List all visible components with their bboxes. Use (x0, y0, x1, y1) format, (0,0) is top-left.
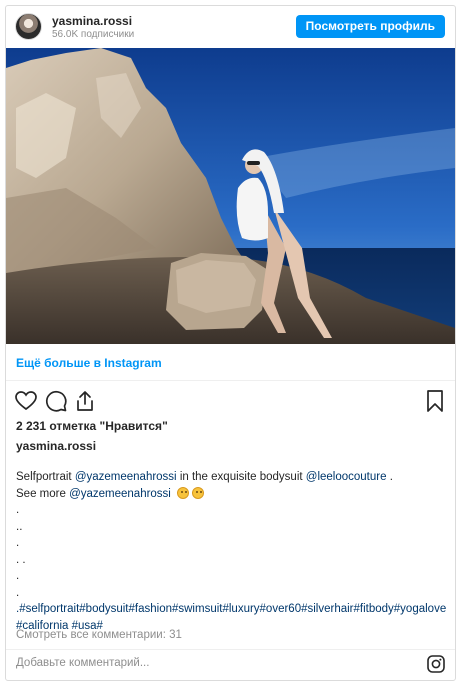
divider (6, 649, 455, 650)
mention-link[interactable]: @yazemeenahrossi (75, 471, 177, 483)
smile-emoji-icon (177, 486, 190, 499)
post-photo[interactable] (6, 48, 455, 344)
mention-link[interactable]: @leeloocouture (306, 471, 387, 483)
share-icon[interactable] (73, 389, 97, 413)
caption-text: See more (16, 487, 70, 500)
bookmark-icon[interactable] (423, 389, 447, 413)
caption-dot-line: . . (16, 553, 26, 566)
comment-icon[interactable] (44, 389, 68, 413)
caption-dot-line: . (16, 570, 20, 582)
like-count[interactable]: 2 231 отметка "Нравится" (16, 419, 168, 433)
post-header: yasmina.rossi 56.0K подписчики Посмотрет… (6, 6, 455, 48)
post-photo-graphic (6, 48, 455, 344)
hashtags-line[interactable]: .#selfportrait#bodysuit#fashion#swimsuit… (16, 601, 455, 618)
divider (6, 380, 455, 381)
heart-icon[interactable] (14, 389, 38, 413)
caption-text: . (386, 471, 393, 483)
caption-dot-line: . (16, 586, 20, 599)
caption-text: Selfportrait (16, 471, 75, 483)
caption-dot-line: . (16, 504, 20, 516)
caption-text: in the exquisite bodysuit (176, 471, 306, 483)
instagram-embed-card: yasmina.rossi 56.0K подписчики Посмотрет… (5, 5, 456, 681)
caption-dot-line: .. (16, 520, 23, 533)
add-comment-field[interactable]: Добавьте комментарий... (16, 657, 149, 669)
username[interactable]: yasmina.rossi (52, 14, 132, 28)
avatar[interactable] (15, 13, 42, 40)
view-all-comments-link[interactable]: Смотреть все комментарии: 31 (16, 629, 182, 641)
follower-count: 56.0K подписчики (52, 29, 135, 40)
action-bar (6, 386, 455, 416)
caption-line: Selfportrait @yazemeenahrossi in the exq… (16, 469, 455, 486)
caption-dot-line: . (16, 537, 20, 549)
hug-emoji-icon (192, 486, 205, 499)
view-profile-button[interactable]: Посмотреть профиль (295, 15, 445, 38)
caption-line: See more @yazemeenahrossi (16, 486, 455, 503)
mention-link[interactable]: @yazemeenahrossi (69, 488, 171, 500)
instagram-icon[interactable] (427, 655, 445, 673)
post-caption: Selfportrait @yazemeenahrossi in the exq… (16, 469, 455, 634)
more-on-instagram-link[interactable]: Ещё больше в Instagram (16, 356, 162, 370)
caption-author[interactable]: yasmina.rossi (16, 439, 96, 453)
